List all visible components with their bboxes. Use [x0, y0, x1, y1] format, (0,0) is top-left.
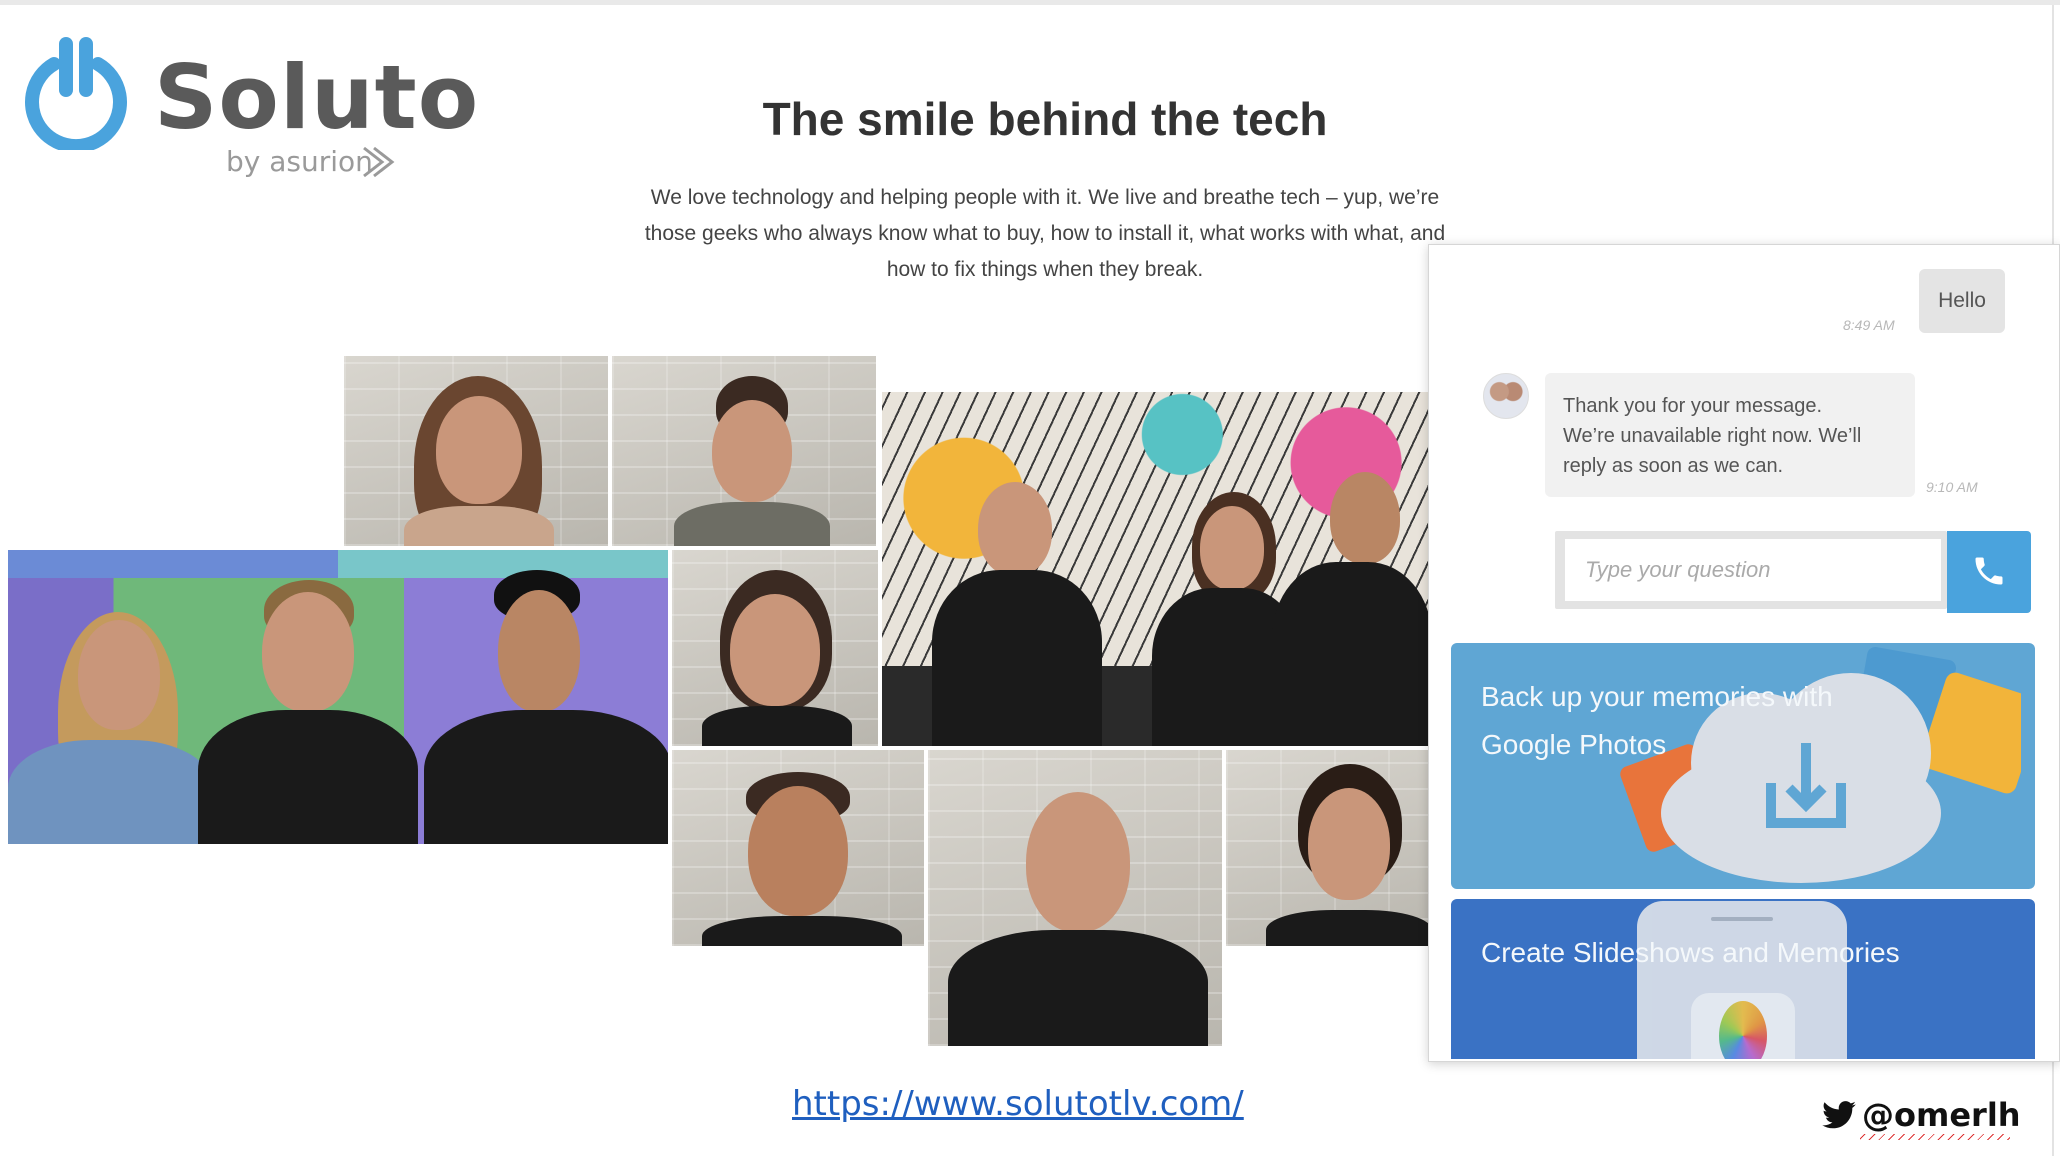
- user-message-bubble: Hello: [1919, 269, 2005, 333]
- intro-line: how to fix things when they break.: [886, 258, 1204, 281]
- team-photo-5: [880, 390, 1430, 748]
- page-title: The smile behind the tech: [762, 93, 1328, 145]
- twitter-handle-text: @omerlh: [1862, 1096, 2021, 1134]
- promo-card-slideshows[interactable]: Create Slideshows and Memories: [1451, 899, 2035, 1059]
- team-photo-7: [926, 748, 1224, 1048]
- power-icon: [25, 37, 127, 150]
- top-border: [0, 0, 2060, 5]
- promo-title-line: Google Photos: [1481, 729, 1667, 760]
- chat-widget: Hello 8:49 AM Thank you for your message…: [1428, 244, 2060, 1062]
- intro-line: We love technology and helping people wi…: [650, 186, 1440, 209]
- twitter-icon: [1822, 1101, 1856, 1129]
- agent-message-line: Thank you for your message.: [1563, 395, 1823, 417]
- message-timestamp: 8:49 AM: [1843, 317, 1895, 333]
- promo-title-line: Back up your memories with: [1481, 681, 1833, 712]
- message-timestamp: 9:10 AM: [1926, 479, 1978, 495]
- team-photo-3: [6, 548, 670, 846]
- team-photo-8: [1224, 748, 1430, 948]
- agent-message-line: reply as soon as we can.: [1563, 455, 1784, 477]
- phone-illustration: [1637, 901, 1847, 1059]
- question-input-wrapper: [1555, 531, 1947, 609]
- spellcheck-underline: [1860, 1134, 2010, 1140]
- team-photo-6: [670, 748, 926, 948]
- intro-line: those geeks who always know what to buy,…: [644, 222, 1446, 245]
- brand-name: Soluto: [154, 46, 480, 149]
- agent-avatar: [1483, 373, 1529, 419]
- team-photo-4: [670, 548, 880, 748]
- agent-message-line: We’re unavailable right now. We’ll: [1563, 425, 1862, 447]
- agent-message-bubble: Thank you for your message. We’re unavai…: [1545, 373, 1915, 497]
- promo-card-backup[interactable]: Back up your memories with Google Photos: [1451, 643, 2035, 889]
- team-photo-2: [610, 354, 878, 548]
- website-link[interactable]: https://www.solutotlv.com/: [792, 1084, 1244, 1124]
- phone-icon: [1975, 557, 2003, 585]
- call-button[interactable]: [1947, 531, 2031, 613]
- promo-title: Back up your memories with Google Photos: [1481, 673, 1881, 769]
- brand-byline: by asurion: [226, 145, 373, 178]
- question-input[interactable]: [1565, 539, 1941, 601]
- soluto-logo: Soluto by asurion: [18, 34, 478, 184]
- twitter-handle: @omerlh: [1822, 1096, 2021, 1134]
- intro-paragraph: We love technology and helping people wi…: [620, 180, 1470, 288]
- photos-app-icon: [1691, 993, 1795, 1059]
- team-photo-1: [342, 354, 610, 548]
- asurion-arrow-icon: [363, 146, 395, 178]
- promo-title: Create Slideshows and Memories: [1481, 937, 1900, 968]
